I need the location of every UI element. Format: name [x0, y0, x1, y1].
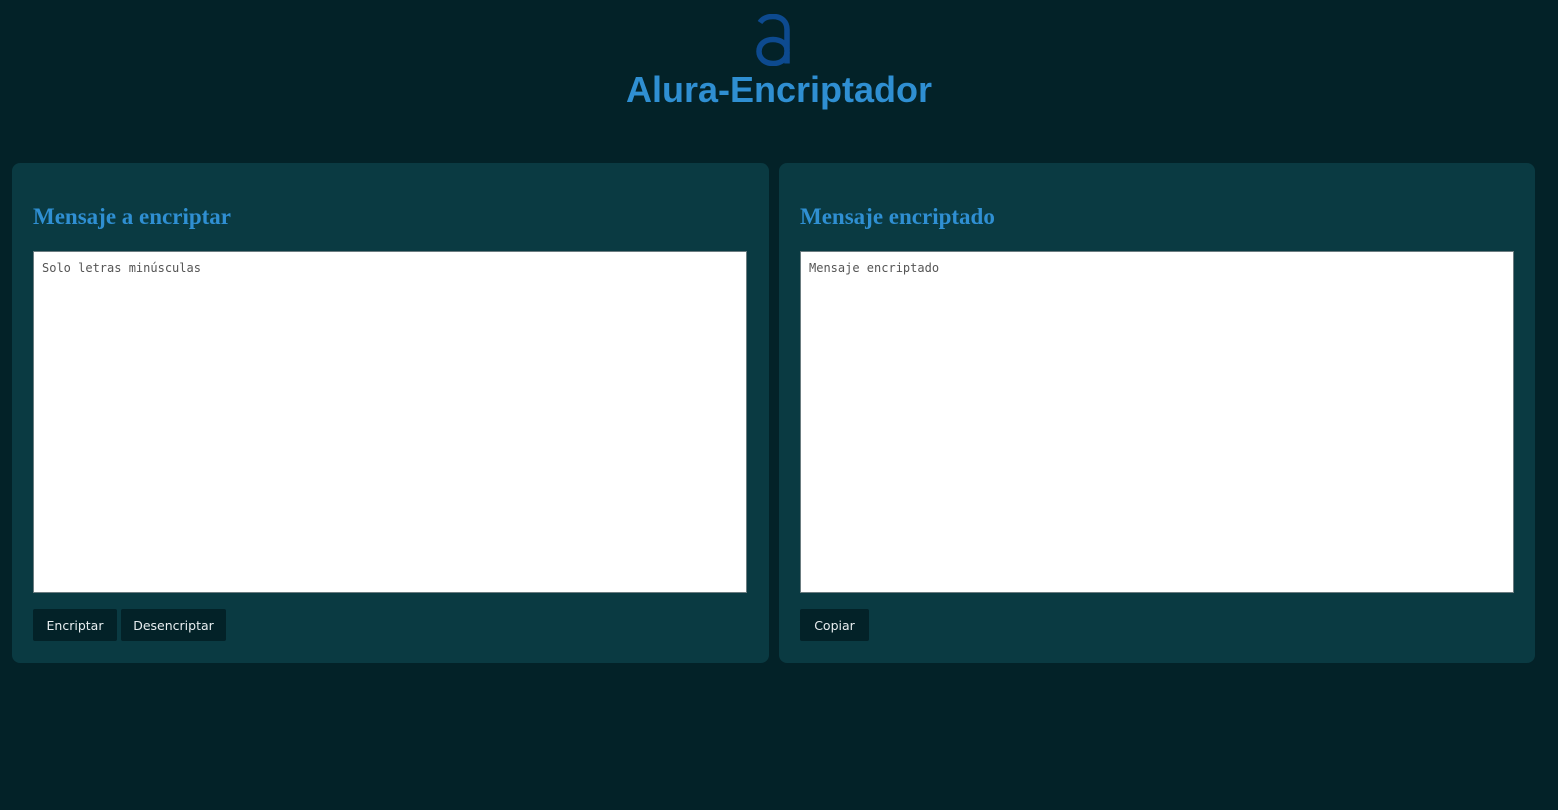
copy-button[interactable]: Copiar — [800, 609, 869, 641]
encrypted-message-output[interactable] — [800, 251, 1514, 593]
encrypt-button[interactable]: Encriptar — [33, 609, 117, 641]
page-header: Alura-Encriptador — [0, 0, 1558, 130]
message-input[interactable] — [33, 251, 747, 593]
input-panel: Mensaje a encriptar Encriptar Desencript… — [12, 163, 769, 663]
page-title: Alura-Encriptador — [625, 69, 933, 110]
decrypt-button[interactable]: Desencriptar — [121, 609, 226, 641]
input-panel-title: Mensaje a encriptar — [33, 204, 231, 229]
output-panel: Mensaje encriptado Copiar — [779, 163, 1535, 663]
output-panel-title: Mensaje encriptado — [800, 204, 995, 229]
alura-a-logo-icon — [756, 14, 790, 66]
